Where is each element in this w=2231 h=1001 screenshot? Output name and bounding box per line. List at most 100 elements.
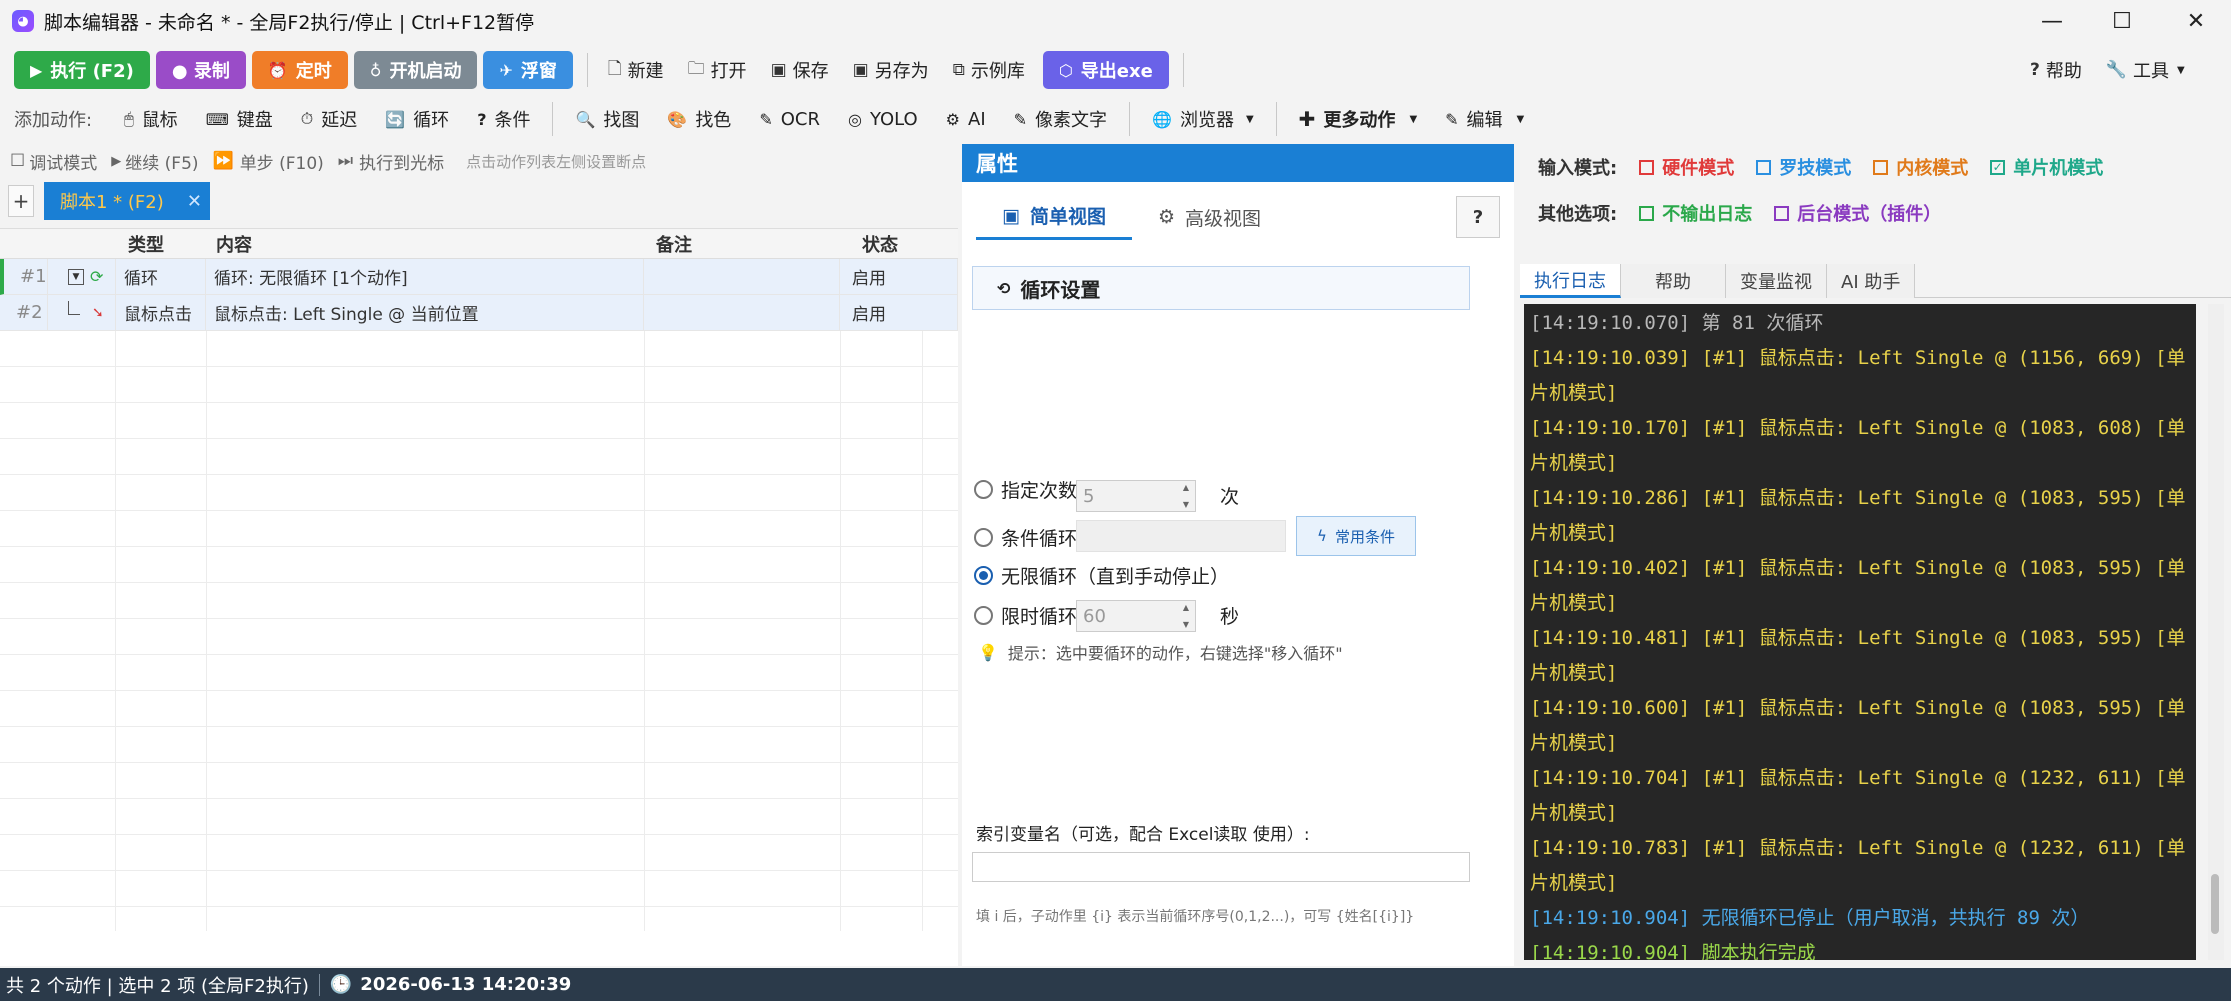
- count-stepper[interactable]: 5 ▲ ▼: [1076, 480, 1196, 512]
- execution-log-view[interactable]: [14:19:10.070] 第 81 次循环 [14:19:10.039] […: [1524, 304, 2196, 960]
- action-keyboard[interactable]: ⌨ 键盘: [192, 101, 287, 137]
- radio-icon: [974, 479, 993, 499]
- schedule-button[interactable]: ⏰ 定时: [251, 51, 348, 89]
- radio-timed-loop[interactable]: 限时循环: [974, 598, 1077, 632]
- checkbox-icon: [1756, 159, 1772, 175]
- action-pixel-text[interactable]: ✎ 像素文字: [1000, 101, 1121, 137]
- table-row[interactable]: #2 ➘ 鼠标点击 鼠标点击: Left Single @ 当前位置 启用: [0, 295, 958, 331]
- tab-variable-watch[interactable]: 变量监视: [1726, 264, 1827, 298]
- action-ai[interactable]: ⚙ AI: [932, 101, 1000, 137]
- main-toolbar: ▶ 执行 (F2) ● 录制 ⏰ 定时 ♁ 开机启动 ✈ 浮窗 🗋 新建 🗀 打开 ▣ 保存 …: [0, 46, 2231, 94]
- properties-help-button[interactable]: ?: [1456, 196, 1500, 238]
- toolbar-divider: [1129, 102, 1131, 136]
- common-conditions-button[interactable]: ϟ 常用条件: [1296, 516, 1416, 556]
- radio-condition-loop[interactable]: 条件循环: [974, 520, 1077, 554]
- more-actions-menu[interactable]: ✚ 更多动作 ▼: [1285, 101, 1431, 137]
- debug-mode-toggle[interactable]: ☐ 调试模式: [10, 149, 97, 174]
- minimize-button[interactable]: —: [2020, 0, 2084, 42]
- table-header: 类型 内容 备注 状态: [0, 229, 958, 259]
- checkbox-icon: [1639, 159, 1655, 175]
- tab-help[interactable]: 帮助: [1621, 264, 1726, 298]
- open-button[interactable]: 🗀 打开: [676, 51, 759, 89]
- checkbox-icon: [1639, 205, 1655, 221]
- no-log-checkbox[interactable]: 不输出日志: [1639, 200, 1752, 226]
- table-row[interactable]: #1 ▼ ⟳ 循环 循环: 无限循环 [1个动作] 启用: [0, 259, 958, 295]
- run-to-cursor-button[interactable]: ⏭ 执行到光标: [338, 149, 444, 174]
- tab-advanced-view[interactable]: ⚙ 高级视图: [1132, 194, 1287, 240]
- maximize-icon: ☐: [2112, 8, 2132, 34]
- run-button[interactable]: ▶ 执行 (F2): [14, 51, 150, 89]
- step-button[interactable]: ⏩ 单步 (F10): [213, 149, 324, 174]
- radio-infinite-loop[interactable]: 无限循环（直到手动停止）: [974, 558, 1229, 592]
- other-options-row: 其他选项: 不输出日志 后台模式（插件）: [1538, 196, 1963, 230]
- log-line: 片机模式]: [1530, 802, 1618, 824]
- pencil-icon: ✎: [1445, 109, 1459, 129]
- wrench-icon: 🔧: [2105, 60, 2128, 80]
- action-mouse[interactable]: 🖱 鼠标: [110, 101, 192, 137]
- action-ocr[interactable]: ✎ OCR: [745, 101, 834, 137]
- toolbar-divider: [552, 102, 554, 136]
- action-find-image[interactable]: 🔍 找图: [561, 101, 653, 137]
- help-button[interactable]: ? 帮助: [2018, 51, 2094, 89]
- float-window-button[interactable]: ✈ 浮窗: [483, 51, 573, 89]
- add-script-tab-button[interactable]: +: [8, 185, 34, 217]
- action-find-color[interactable]: 🎨 找色: [653, 101, 745, 137]
- save-as-button[interactable]: ▣ 另存为: [841, 51, 941, 89]
- background-mode-checkbox[interactable]: 后台模式（插件）: [1774, 200, 1941, 226]
- hardware-mode-checkbox[interactable]: 硬件模式: [1639, 154, 1734, 180]
- stepper-arrows-icon[interactable]: ▲ ▼: [1179, 483, 1193, 509]
- robot-icon: ⚙: [945, 109, 961, 129]
- row-icons: ➘: [48, 295, 116, 330]
- row-status: 启用: [840, 259, 958, 294]
- document-edit-icon: ✎: [759, 109, 773, 129]
- log-tabs: 执行日志 帮助 变量监视 AI 助手: [1520, 264, 2231, 298]
- fast-forward-icon: ⏩: [212, 151, 234, 171]
- log-line: [14:19:10.600] [#1] 鼠标点击: Left Single @ …: [1530, 697, 2186, 719]
- row-content: 鼠标点击: Left Single @ 当前位置: [206, 295, 644, 330]
- save-button[interactable]: ▣ 保存: [759, 51, 841, 89]
- action-condition[interactable]: ? 条件: [463, 101, 544, 137]
- tools-menu[interactable]: 🔧 工具 ▼: [2094, 51, 2197, 89]
- log-line: 片机模式]: [1530, 522, 1618, 544]
- action-browser[interactable]: 🌐 浏览器 ▼: [1138, 101, 1268, 137]
- new-button[interactable]: 🗋 新建: [596, 51, 676, 89]
- log-line: [14:19:10.039] [#1] 鼠标点击: Left Single @ …: [1530, 347, 2186, 369]
- tab-execution-log[interactable]: 执行日志: [1520, 264, 1621, 298]
- condition-input[interactable]: [1076, 520, 1286, 552]
- action-toolbar: 添加动作: 🖱 鼠标 ⌨ 键盘 ⏱ 延迟 🔄 循环 ? 条件 🔍 找图 🎨 找色 ✎ OCR ◎…: [0, 98, 2231, 140]
- action-yolo[interactable]: ◎ YOLO: [834, 101, 932, 137]
- close-button[interactable]: ✕: [2164, 0, 2228, 42]
- tab-ai-assistant[interactable]: AI 助手: [1827, 264, 1916, 298]
- examples-button[interactable]: ⧉ 示例库: [941, 51, 1037, 89]
- checkbox-icon: [1774, 205, 1790, 221]
- scrollbar-thumb[interactable]: [2211, 874, 2219, 934]
- maximize-button[interactable]: ☐: [2090, 0, 2154, 42]
- radio-fixed-count[interactable]: 指定次数: [974, 472, 1077, 506]
- question-icon: ?: [2030, 60, 2040, 80]
- record-button[interactable]: ● 录制: [155, 51, 246, 89]
- startup-button[interactable]: ♁ 开机启动: [353, 51, 478, 89]
- timed-stepper[interactable]: 60 ▲ ▼: [1076, 600, 1196, 632]
- action-delay[interactable]: ⏱ 延迟: [287, 101, 371, 137]
- kernel-mode-checkbox[interactable]: 内核模式: [1873, 154, 1968, 180]
- chevron-down-icon: ▼: [1245, 113, 1254, 125]
- collapse-icon[interactable]: ▼: [68, 268, 84, 285]
- new-file-icon: 🗋: [607, 58, 622, 79]
- action-loop[interactable]: 🔄 循环: [371, 101, 463, 137]
- export-exe-button[interactable]: ⬡ 导出exe: [1042, 51, 1169, 89]
- index-variable-input[interactable]: [972, 852, 1470, 882]
- save-as-icon: ▣: [852, 60, 869, 80]
- row-status: 启用: [840, 295, 958, 330]
- continue-button[interactable]: ▶ 继续 (F5): [111, 149, 198, 174]
- stepper-arrows-icon[interactable]: ▲ ▼: [1179, 603, 1193, 629]
- close-tab-icon[interactable]: ✕: [187, 191, 202, 212]
- radio-icon: [974, 605, 993, 625]
- logitech-mode-checkbox[interactable]: 罗技模式: [1756, 154, 1851, 180]
- row-number: #2: [0, 295, 48, 330]
- tab-simple-view[interactable]: ▣ 简单视图: [976, 194, 1132, 240]
- mcu-mode-checkbox[interactable]: ✓ 单片机模式: [1990, 154, 2103, 180]
- edit-menu[interactable]: ✎ 编辑 ▼: [1431, 101, 1538, 137]
- script-tab[interactable]: 脚本1 * (F2) ✕: [44, 182, 210, 220]
- log-scrollbar[interactable]: [2208, 304, 2224, 960]
- globe-icon: 🌐: [1152, 109, 1172, 129]
